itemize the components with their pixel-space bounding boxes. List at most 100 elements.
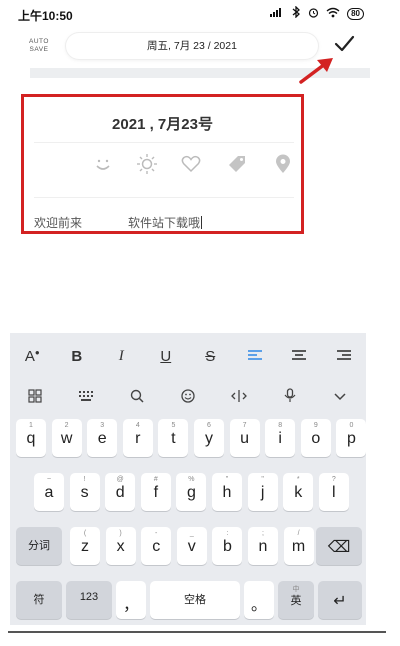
key-label: n — [258, 538, 268, 555]
key-secondary-label: 8 — [278, 422, 283, 429]
key-g[interactable]: % g — [176, 473, 207, 511]
status-bar: 上午10:50 80 — [0, 0, 400, 28]
key-a[interactable]: ~ a — [34, 473, 64, 511]
key-secondary-label: " — [225, 476, 229, 483]
numbers-key[interactable]: 123 — [66, 581, 112, 619]
key-secondary-label: 1 — [29, 422, 33, 429]
key-k[interactable]: * k — [283, 473, 314, 511]
key-w[interactable]: 2w — [51, 419, 82, 457]
key-y[interactable]: 6y — [194, 419, 224, 457]
wifi-icon — [326, 7, 340, 21]
emoji-icon[interactable] — [175, 388, 201, 406]
key-secondary-label: : — [226, 530, 229, 537]
cursor-icon[interactable] — [226, 389, 252, 406]
key-secondary-label: 4 — [135, 422, 140, 429]
tag-icon[interactable] — [226, 153, 248, 175]
sun-icon[interactable] — [136, 153, 158, 175]
segment-key[interactable]: 分词 — [16, 527, 62, 565]
key-label: a — [44, 484, 54, 501]
key-b[interactable]: :b — [212, 527, 243, 565]
key-label: 分词 — [28, 540, 50, 552]
period-key[interactable]: 。 — [244, 581, 274, 619]
key-secondary-label: 3 — [100, 422, 105, 429]
key-label: u — [240, 430, 250, 447]
key-secondary-label: @ — [116, 476, 124, 483]
key-h[interactable]: " h — [212, 473, 242, 511]
key-c[interactable]: -c — [141, 527, 172, 565]
key-label: ⌫ — [327, 539, 351, 556]
key-secondary-label: ) — [119, 530, 122, 537]
key-j[interactable]: " j — [247, 473, 278, 511]
key-i[interactable]: 8i — [265, 419, 296, 457]
entry-text-right[interactable]: 软件站下载哦 — [128, 214, 203, 231]
key-label: s — [80, 484, 89, 501]
diary-entry-card: 2021 , 7月23号 欢迎前来 软件站下载哦 — [21, 94, 304, 234]
bold-button[interactable]: B — [62, 348, 92, 365]
language-switch-key[interactable]: 中英 — [278, 581, 314, 619]
align-right-button[interactable] — [329, 348, 359, 365]
space-key[interactable]: 空格 — [150, 581, 240, 619]
soft-keyboard: A● B I U S 1 q 2 w 3 e 4 r 5 t 6 y 7 u 8 i 9 o 0 p ~ a! s @ d # f%… — [10, 333, 367, 625]
key-e[interactable]: 3e — [87, 419, 118, 457]
keyboard-icon[interactable] — [73, 390, 99, 405]
search-icon[interactable] — [124, 389, 150, 406]
key-label: y — [205, 430, 213, 447]
key-label: t — [171, 430, 176, 447]
align-left-button[interactable] — [240, 348, 270, 365]
key-secondary-label: - — [155, 530, 158, 537]
key-u[interactable]: 7u — [229, 419, 260, 457]
key-secondary-label: 0 — [349, 422, 354, 429]
status-time: 上午10:50 — [18, 9, 73, 23]
key-l[interactable]: ? l — [318, 473, 349, 511]
key-m[interactable]: / m — [283, 527, 314, 565]
font-size-button[interactable]: A● — [17, 348, 47, 365]
key-secondary-label: ( — [83, 530, 87, 537]
keyboard-tool-row — [10, 383, 366, 411]
key-label: w — [60, 430, 73, 447]
key-label: 英 — [290, 595, 302, 607]
key-v[interactable]: _ v — [176, 527, 207, 565]
key-o[interactable]: 9o — [300, 419, 331, 457]
key-label: q — [26, 430, 36, 447]
key-d[interactable]: @ d — [105, 473, 136, 511]
key-secondary-label: 5 — [171, 422, 176, 429]
mood-icon-row — [24, 153, 301, 177]
enter-key[interactable]: ↵ — [318, 581, 362, 619]
key-label: 符 — [33, 594, 45, 606]
key-x[interactable]: ) x — [105, 527, 136, 565]
symbols-key[interactable]: 符 — [16, 581, 62, 619]
key-label: d — [115, 484, 125, 501]
align-center-button[interactable] — [284, 348, 314, 365]
backspace-key[interactable]: ⌫ — [316, 527, 362, 565]
key-f[interactable]: # f — [140, 473, 171, 511]
grid-icon[interactable] — [22, 388, 48, 406]
key-label: 。 — [250, 597, 267, 614]
key-s[interactable]: ! s — [69, 473, 100, 511]
confirm-check-icon[interactable] — [333, 33, 355, 55]
entry-text-left[interactable]: 欢迎前来 — [34, 214, 82, 231]
entry-date-title: 2021 , 7月23号 — [112, 116, 213, 133]
location-icon[interactable] — [272, 153, 294, 175]
comma-key[interactable]: ， — [116, 581, 146, 619]
key-label: f — [153, 484, 159, 501]
collapse-icon[interactable] — [327, 390, 353, 405]
key-n[interactable]: ; n — [248, 527, 278, 565]
key-label: i — [278, 430, 282, 447]
key-r[interactable]: 4r — [122, 419, 153, 457]
underline-button[interactable]: U — [151, 348, 181, 365]
smile-icon[interactable] — [92, 153, 114, 175]
status-icons: 80 — [270, 5, 364, 21]
battery-icon: 80 — [347, 7, 364, 20]
key-secondary-label: ? — [331, 476, 336, 483]
key-t[interactable]: 5t — [158, 419, 189, 457]
key-label: p — [346, 430, 356, 447]
italic-button[interactable]: I — [106, 348, 136, 365]
key-p[interactable]: 0p — [336, 419, 367, 457]
heart-icon[interactable] — [180, 153, 202, 175]
strikethrough-button[interactable]: S — [195, 348, 225, 365]
key-secondary-label: 6 — [207, 422, 211, 429]
mic-icon[interactable] — [277, 388, 303, 406]
key-z[interactable]: (z — [70, 527, 100, 565]
key-q[interactable]: 1q — [16, 419, 46, 457]
date-selector[interactable]: 周五, 7月 23 / 2021 — [66, 33, 318, 59]
